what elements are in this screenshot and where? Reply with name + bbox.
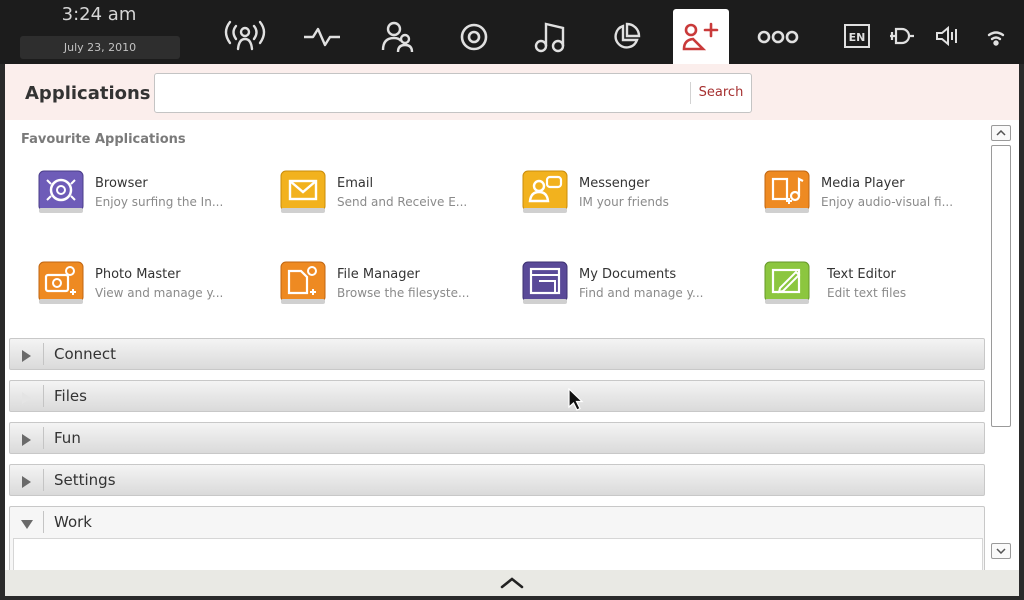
email-icon [280,170,326,213]
chart-icon[interactable] [598,9,654,64]
app-description: Browse the filesyste... [337,286,470,300]
status-icon[interactable] [217,9,273,64]
activity-icon[interactable] [294,9,350,64]
messenger-icon [522,170,568,213]
scroll-up-button[interactable] [991,125,1011,141]
language-code: EN [849,31,866,44]
favourites-title: Favourite Applications [21,132,186,147]
my-documents-icon [522,261,568,304]
category-connect[interactable]: Connect [9,338,985,370]
file-manager-icon [280,261,326,304]
panel-header: Applications Search [5,64,1019,120]
app-description: Send and Receive E... [337,195,468,209]
app-messenger[interactable]: Messenger IM your friends [521,168,761,218]
clock[interactable]: 3:24 am [18,4,180,25]
volume-icon[interactable] [931,20,963,52]
chevron-up-icon [996,130,1006,136]
battery-icon[interactable] [886,20,918,52]
category-label: Settings [54,471,116,489]
category-label: Work [54,513,92,531]
app-name: Email [337,176,374,191]
scrollbar-thumb[interactable] [991,145,1011,427]
app-email[interactable]: Email Send and Receive E... [279,168,519,218]
category-fun[interactable]: Fun [9,422,985,454]
category-settings[interactable]: Settings [9,464,985,496]
expand-arrow-icon [22,434,31,446]
keyboard-language-icon[interactable]: EN [841,20,873,52]
scroll-down-button[interactable] [991,543,1011,559]
photo-master-icon [38,261,84,304]
wifi-icon[interactable] [980,20,1012,52]
text-editor-icon [764,261,810,304]
search-field[interactable]: Search [154,73,752,113]
category-label: Connect [54,345,117,363]
app-name: My Documents [579,267,677,282]
chevron-down-icon [996,548,1006,554]
chevron-up-icon [500,577,524,589]
category-content [13,538,983,570]
app-description: IM your friends [579,195,669,209]
app-photo-master[interactable]: Photo Master View and manage y... [37,259,277,309]
category-label: Fun [54,429,81,447]
page-title: Applications [25,83,151,104]
more-icon[interactable] [750,9,806,64]
app-text-editor[interactable]: Text Editor Edit text files [763,259,1003,309]
app-my-documents[interactable]: My Documents Find and manage y... [521,259,761,309]
app-name: Media Player [821,176,905,191]
app-description: Enjoy audio-visual fi... [821,195,954,209]
app-name: Browser [95,176,148,191]
collapse-panel-button[interactable] [497,574,527,592]
app-description: Find and manage y... [579,286,704,300]
app-name: File Manager [337,267,420,282]
expand-arrow-icon [22,476,31,488]
expand-arrow-icon [22,392,31,404]
app-description: View and manage y... [95,286,224,300]
app-name: Photo Master [95,267,181,282]
app-browser[interactable]: Browser Enjoy surfing the In... [37,168,277,218]
app-name: Messenger [579,176,650,191]
browser-icon [38,170,84,213]
category-files[interactable]: Files [9,380,985,412]
applications-icon[interactable] [673,9,729,64]
bottom-bar [5,570,1019,596]
target-icon[interactable] [446,9,502,64]
category-work[interactable]: Work [9,506,985,570]
app-name: Text Editor [827,267,896,282]
people-icon[interactable] [370,9,426,64]
expand-arrow-icon [22,350,31,362]
app-media-player[interactable]: Media Player Enjoy audio-visual fi... [763,168,1003,218]
search-button[interactable]: Search [690,82,751,104]
top-panel: 3:24 am July 23, 2010 EN [0,0,1024,64]
app-description: Edit text files [827,286,907,300]
mouse-cursor-icon [568,388,584,411]
applications-panel: Applications Search Favourite Applicatio… [5,64,1019,570]
date-display[interactable]: July 23, 2010 [20,36,180,59]
media-player-icon [764,170,810,213]
music-icon[interactable] [522,9,578,64]
app-file-manager[interactable]: File Manager Browse the filesyste... [279,259,519,309]
app-description: Enjoy surfing the In... [95,195,224,209]
collapse-arrow-icon [21,520,33,529]
category-label: Files [54,387,87,405]
